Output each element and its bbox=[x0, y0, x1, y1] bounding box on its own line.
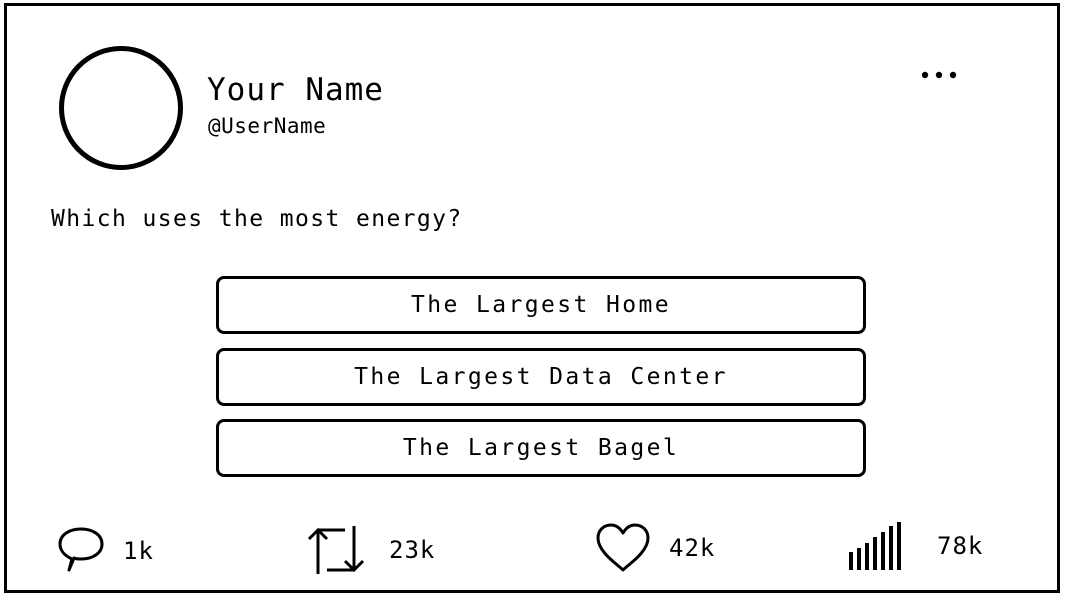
poll-option-3[interactable]: The Largest Bagel bbox=[216, 419, 866, 477]
repost-button[interactable]: 23k bbox=[305, 524, 435, 576]
avatar[interactable] bbox=[59, 46, 183, 170]
more-options-icon[interactable] bbox=[919, 66, 963, 84]
reply-count: 1k bbox=[123, 537, 154, 565]
like-button[interactable]: 42k bbox=[595, 522, 715, 574]
poll-option-1[interactable]: The Largest Home bbox=[216, 276, 866, 334]
author-name[interactable]: Your Name bbox=[207, 72, 384, 108]
author-handle[interactable]: @UserName bbox=[208, 114, 326, 138]
views-button[interactable]: 78k bbox=[849, 522, 983, 570]
repost-count: 23k bbox=[389, 536, 436, 564]
poll-option-2[interactable]: The Largest Data Center bbox=[216, 348, 866, 406]
post-card: Your Name @UserName Which uses the most … bbox=[4, 3, 1060, 593]
heart-icon bbox=[595, 522, 651, 574]
repost-arrows-icon bbox=[305, 524, 367, 576]
post-text: Which uses the most energy? bbox=[51, 206, 463, 232]
like-count: 42k bbox=[669, 534, 716, 562]
bar-chart-icon bbox=[849, 522, 903, 570]
views-count: 78k bbox=[937, 532, 984, 560]
reply-button[interactable]: 1k bbox=[57, 526, 154, 576]
speech-bubble-icon bbox=[57, 526, 105, 576]
